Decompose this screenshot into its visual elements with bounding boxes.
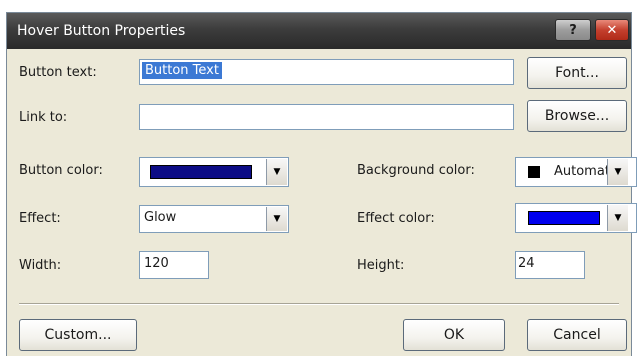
dialog-window: Hover Button Properties ? ✕ Button text:… xyxy=(6,12,637,356)
cancel-button[interactable]: Cancel xyxy=(527,319,627,351)
width-input[interactable]: 120 xyxy=(139,251,209,279)
effect-dropdown[interactable]: Glow ▼ xyxy=(139,205,289,233)
button-color-dropdown[interactable]: ▼ xyxy=(139,157,289,187)
window-title: Hover Button Properties xyxy=(17,23,186,39)
font-button-label: Font... xyxy=(555,65,599,81)
chevron-down-icon[interactable]: ▼ xyxy=(607,205,628,231)
browse-button[interactable]: Browse... xyxy=(527,100,627,132)
help-icon: ? xyxy=(569,22,577,38)
effect-color-label: Effect color: xyxy=(357,211,435,226)
close-button[interactable]: ✕ xyxy=(595,19,629,41)
effect-color-swatch xyxy=(528,211,600,225)
link-to-label: Link to: xyxy=(19,110,68,125)
button-color-swatch xyxy=(150,165,252,179)
effect-value: Glow xyxy=(144,210,177,225)
browse-button-label: Browse... xyxy=(544,108,610,124)
title-bar[interactable]: Hover Button Properties ? ✕ xyxy=(7,13,631,49)
font-button[interactable]: Font... xyxy=(527,57,627,89)
height-value: 24 xyxy=(518,256,535,271)
background-color-swatch xyxy=(528,166,540,178)
chevron-down-icon[interactable]: ▼ xyxy=(607,159,628,185)
link-to-input[interactable] xyxy=(139,104,514,130)
width-value: 120 xyxy=(144,256,169,271)
custom-button-label: Custom... xyxy=(44,327,112,343)
effect-label: Effect: xyxy=(19,211,61,226)
button-color-label: Button color: xyxy=(19,163,103,178)
cancel-button-label: Cancel xyxy=(553,327,601,343)
chevron-down-icon[interactable]: ▼ xyxy=(266,159,287,185)
ok-button-label: OK xyxy=(443,327,465,343)
custom-button[interactable]: Custom... xyxy=(19,319,137,351)
button-text-input[interactable]: Button Text xyxy=(139,59,514,85)
chevron-down-icon[interactable]: ▼ xyxy=(266,207,287,231)
effect-color-dropdown[interactable]: ▼ xyxy=(515,203,637,233)
button-text-value: Button Text xyxy=(142,62,222,79)
height-label: Height: xyxy=(357,258,405,273)
close-icon: ✕ xyxy=(606,22,618,38)
button-text-label: Button text: xyxy=(19,65,97,80)
width-label: Width: xyxy=(19,258,62,273)
background-color-dropdown[interactable]: Automatic ▼ xyxy=(515,157,637,187)
separator xyxy=(19,303,619,305)
height-input[interactable]: 24 xyxy=(515,251,585,279)
ok-button[interactable]: OK xyxy=(403,319,505,351)
help-button[interactable]: ? xyxy=(555,19,591,41)
background-color-label: Background color: xyxy=(357,163,475,178)
